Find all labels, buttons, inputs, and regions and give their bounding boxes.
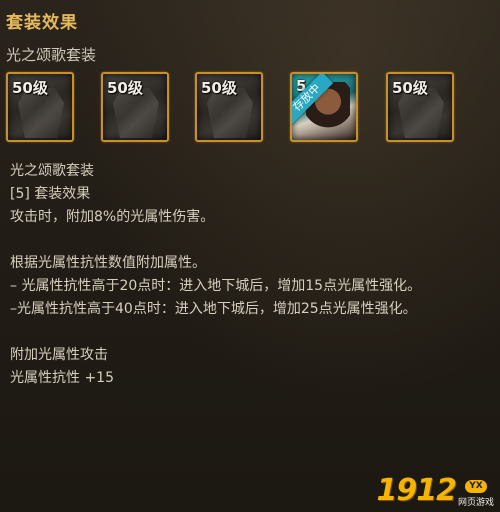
- slot-level: 50级: [12, 79, 48, 97]
- set-effect-panel: 套装效果 光之颂歌套装 50级 50级 50级 5 存放中 50级 光之颂歌套装…: [0, 0, 500, 512]
- resist-tier-40: –光属性抗性高于40点时：进入地下城后，增加25点光属性强化。: [10, 301, 417, 317]
- set-name-label: 光之颂歌套装: [6, 46, 97, 64]
- effect-heading: [5] 套装效果: [10, 186, 91, 202]
- watermark-badge: YX 网页游戏: [458, 480, 494, 508]
- site-watermark-logo: 1912 YX 网页游戏: [376, 473, 494, 508]
- watermark-sub: 网页游戏: [457, 498, 494, 508]
- slot-shoes[interactable]: 50级: [386, 72, 454, 142]
- attack-heading: 附加光属性攻击: [10, 347, 108, 363]
- slot-pants[interactable]: 50级: [195, 72, 263, 142]
- yx-badge: YX: [464, 480, 487, 493]
- slot-shirt[interactable]: 50级: [101, 72, 169, 142]
- equipment-slots: 50级 50级 50级 5 存放中 50级: [6, 72, 496, 148]
- resist-tier-20: – 光属性抗性高于20点时：进入地下城后，增加15点光属性强化。: [10, 278, 422, 294]
- slot-level: 50级: [201, 79, 237, 97]
- slot-coat[interactable]: 50级: [6, 72, 74, 142]
- set-effect-details: 光之颂歌套装 [5] 套装效果 攻击时，附加8%的光属性伤害。 根据光属性抗性数…: [10, 160, 494, 390]
- resist-intro: 根据光属性抗性数值附加属性。: [10, 255, 206, 271]
- effect-line: 攻击时，附加8%的光属性伤害。: [10, 209, 215, 225]
- panel-title: 套装效果: [6, 13, 78, 33]
- slot-level: 50级: [107, 79, 143, 97]
- watermark-number: 1912: [376, 473, 456, 508]
- slot-portrait[interactable]: 5 存放中: [290, 72, 358, 142]
- slot-level: 50级: [392, 79, 428, 97]
- resist-stat: 光属性抗性 +15: [10, 370, 114, 386]
- detail-set-name: 光之颂歌套装: [10, 163, 94, 179]
